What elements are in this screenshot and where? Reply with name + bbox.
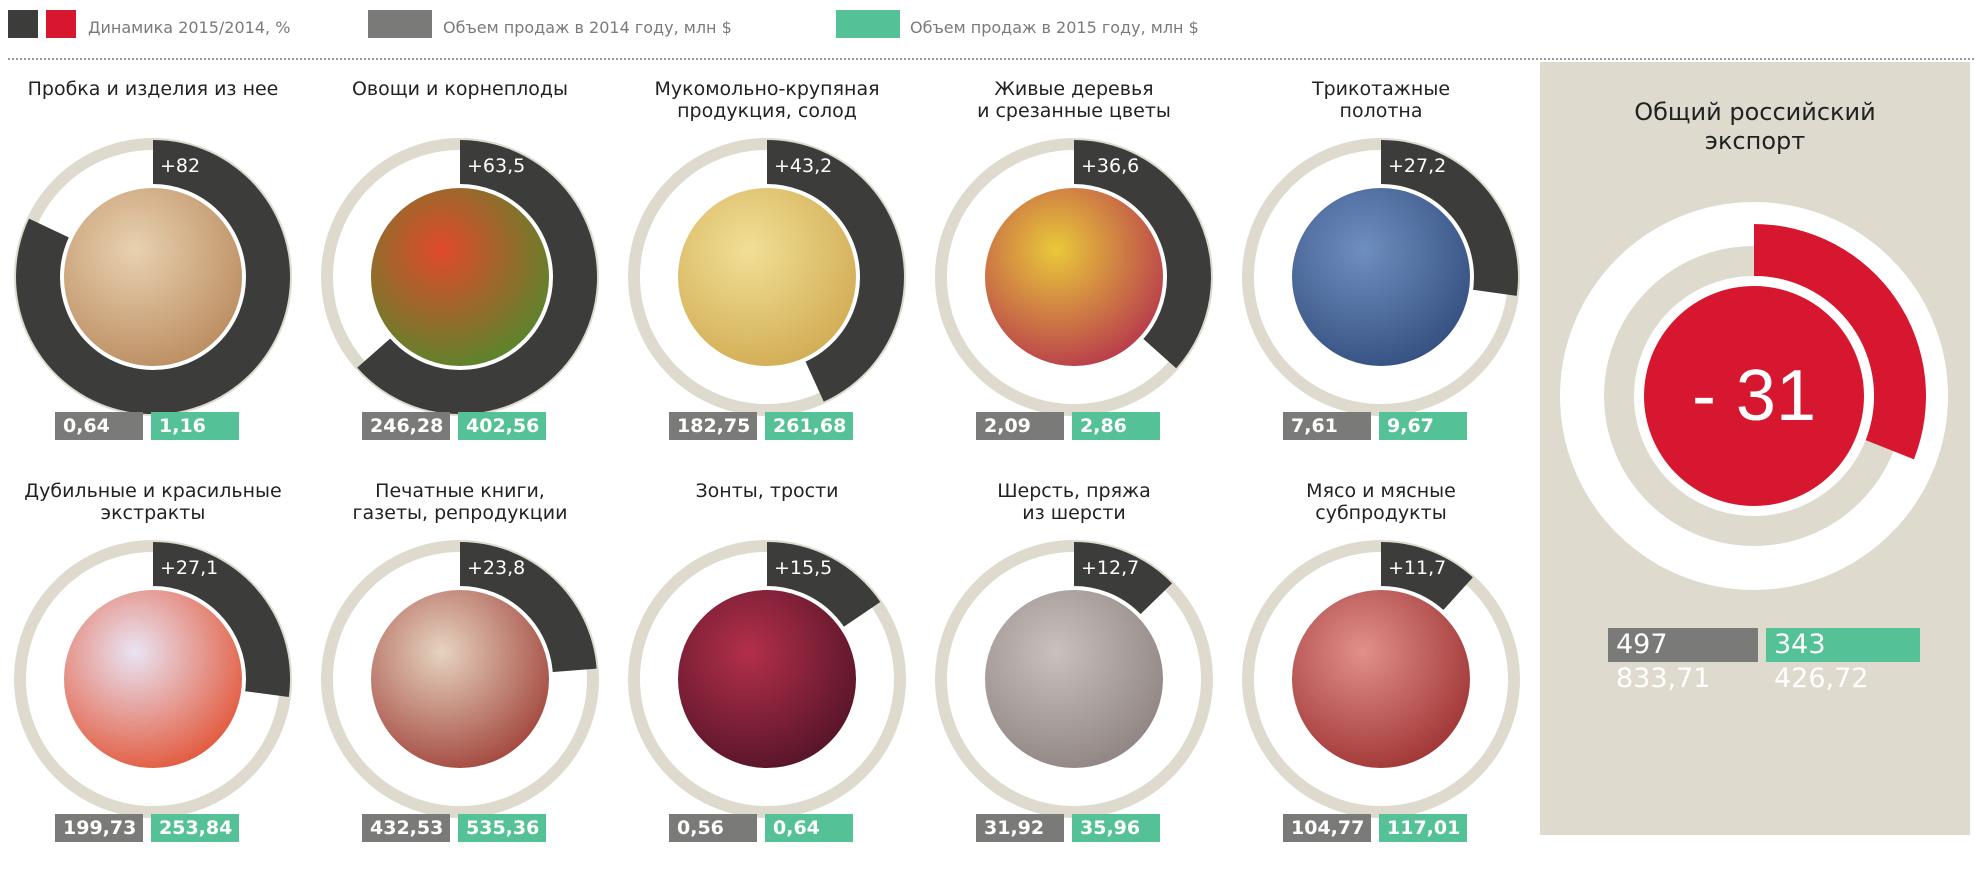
dynamics-label: +43,2 <box>774 155 832 177</box>
sales2015-value: 253,84 <box>151 814 239 842</box>
category-title: Трикотажные полотна <box>1311 78 1451 122</box>
sales2015-value: 535,36 <box>458 814 546 842</box>
category-item: Зонты, трости +15,5 0,56 0,64 <box>622 472 912 872</box>
sales2015-value: 2,86 <box>1072 412 1160 440</box>
total-donut: - 31 <box>1560 202 1948 590</box>
category-item: Мукомольно-крупяная продукция, солод +43,… <box>622 70 912 470</box>
sales2015-value: 0,64 <box>765 814 853 842</box>
category-donut: +82 <box>14 138 292 416</box>
category-item: Пробка и изделия из нее +82 0,64 1,16 <box>8 70 298 470</box>
legend: Динамика 2015/2014, % Объем продаж в 201… <box>8 6 1968 40</box>
dotted-divider <box>8 58 1974 60</box>
sales2014-value: 0,56 <box>669 814 757 842</box>
category-title: Печатные книги, газеты, репродукции <box>352 480 568 524</box>
category-title: Мясо и мясные субпродукты <box>1306 480 1456 524</box>
legend-label-sales2014: Объем продаж в 2014 году, млн $ <box>443 18 732 37</box>
wool-photo <box>981 586 1167 772</box>
knit-fabric-photo <box>1288 184 1474 370</box>
dynamics-label: +12,7 <box>1081 557 1139 579</box>
category-item: Шерсть, пряжа из шерсти +12,7 31,92 35,96 <box>929 472 1219 872</box>
dynamics-label: +36,6 <box>1081 155 1139 177</box>
dynamics-label: +27,1 <box>160 557 218 579</box>
category-donut: +63,5 <box>321 138 599 416</box>
books-photo <box>367 586 553 772</box>
legend-swatch-sales2015 <box>836 10 900 38</box>
category-donut: +27,2 <box>1242 138 1520 416</box>
category-donut: +11,7 <box>1242 540 1520 818</box>
vegetables-photo <box>367 184 553 370</box>
category-title: Пробка и изделия из нее <box>27 78 279 100</box>
category-title: Овощи и корнеплоды <box>351 78 569 100</box>
paint-cans-photo <box>60 586 246 772</box>
tulips-photo <box>981 184 1167 370</box>
category-item: Трикотажные полотна +27,2 7,61 9,67 <box>1236 70 1526 470</box>
sales2014-value: 31,92 <box>976 814 1064 842</box>
category-title: Живые деревья и срезанные цветы <box>977 78 1171 122</box>
legend-swatch-dynamics-dark <box>8 10 38 38</box>
category-donut: +27,1 <box>14 540 292 818</box>
grain-photo <box>674 184 860 370</box>
category-item: Дубильные и красильные экстракты +27,1 19… <box>8 472 298 872</box>
sales2014-value: 0,64 <box>55 412 143 440</box>
sales2014-value: 246,28 <box>362 412 450 440</box>
sales2015-value: 402,56 <box>458 412 546 440</box>
category-item: Овощи и корнеплоды +63,5 246,28 402,56 <box>315 70 605 470</box>
category-title: Мукомольно-крупяная продукция, солод <box>654 78 880 122</box>
category-item: Мясо и мясные субпродукты +11,7 104,77 11… <box>1236 472 1526 872</box>
total-sales2014: 497 833,71 <box>1608 628 1758 694</box>
legend-swatch-dynamics-red <box>46 10 76 38</box>
total-title: Общий российский экспорт <box>1634 98 1876 155</box>
dynamics-label: +82 <box>160 155 200 177</box>
legend-swatch-sales2014 <box>368 10 432 38</box>
sales2014-value: 182,75 <box>669 412 757 440</box>
sales2015-value: 9,67 <box>1379 412 1467 440</box>
category-title: Дубильные и красильные экстракты <box>24 480 282 524</box>
sales2014-value: 199,73 <box>55 814 143 842</box>
dynamics-label: +11,7 <box>1388 557 1446 579</box>
sales2015-value: 261,68 <box>765 412 853 440</box>
dynamics-label: +27,2 <box>1388 155 1446 177</box>
sales2014-value: 104,77 <box>1283 814 1371 842</box>
corks-photo <box>60 184 246 370</box>
total-dynamics-label: - 31 <box>1692 356 1816 436</box>
dynamics-label: +15,5 <box>774 557 832 579</box>
category-item: Живые деревья и срезанные цветы +36,6 2,0… <box>929 70 1219 470</box>
category-title: Шерсть, пряжа из шерсти <box>997 480 1151 524</box>
sales2015-value: 35,96 <box>1072 814 1160 842</box>
category-donut: +23,8 <box>321 540 599 818</box>
sales2014-value: 2,09 <box>976 412 1064 440</box>
legend-label-dynamics: Динамика 2015/2014, % <box>88 18 291 37</box>
category-title: Зонты, трости <box>695 480 839 502</box>
meat-photo <box>1288 586 1474 772</box>
sales2015-value: 117,01 <box>1379 814 1467 842</box>
legend-label-sales2015: Объем продаж в 2015 году, млн $ <box>910 18 1199 37</box>
sales2014-value: 7,61 <box>1283 412 1371 440</box>
sales2014-value: 432,53 <box>362 814 450 842</box>
umbrella-photo <box>674 586 860 772</box>
category-donut: +36,6 <box>935 138 1213 416</box>
category-donut: +15,5 <box>628 540 906 818</box>
category-donut: +43,2 <box>628 138 906 416</box>
dynamics-label: +63,5 <box>467 155 525 177</box>
sales2015-value: 1,16 <box>151 412 239 440</box>
category-donut: +12,7 <box>935 540 1213 818</box>
dynamics-label: +23,8 <box>467 557 525 579</box>
category-item: Печатные книги, газеты, репродукции +23,8… <box>315 472 605 872</box>
total-sales2015: 343 426,72 <box>1766 628 1920 694</box>
